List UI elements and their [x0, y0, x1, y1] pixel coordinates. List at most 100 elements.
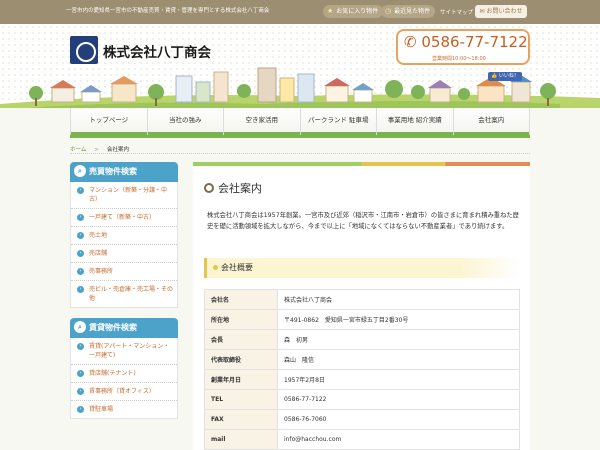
like-button[interactable]: 👍 いいね！ [488, 72, 522, 81]
company-intro: 株式会社八丁商会は1957年創業。一宮市及び近郊（稲沢市・江南市・岩倉市）の皆さ… [207, 212, 519, 230]
sale-search-header[interactable]: ⌕ 売買物件検索 [70, 162, 178, 182]
chevron-right-icon: › [77, 250, 84, 257]
sidebar-item-rental-housing[interactable]: › 賃貸(アパート・マンション・一戸建て) [71, 338, 177, 365]
sidebar-item-label: マンション（新築・分譲・中古） [89, 187, 168, 203]
nav-item-vacant-house[interactable]: 空き家活用 [223, 108, 300, 135]
sitemap-link[interactable]: サイトマップ [440, 8, 473, 16]
rent-search-header[interactable]: ⌕ 賃貸物件検索 [70, 318, 178, 338]
contact-button[interactable]: ✉ お問い合わせ [475, 5, 527, 18]
breadcrumb-divider [70, 153, 530, 154]
sidebar-item-store[interactable]: › 売店舗 [71, 245, 177, 263]
phone-box[interactable]: ✆ 0586-77-7122 営業時間10:00～18:00 [396, 29, 530, 65]
sidebar-item-office[interactable]: › 売事務所 [71, 263, 177, 281]
sidebar-item-rental-office[interactable]: › 賃事務所（貸オフィス） [71, 383, 177, 401]
page-title-text: 会社案内 [218, 182, 262, 195]
nav-item-company[interactable]: 会社案内 [452, 108, 530, 135]
sidebar-item-house[interactable]: › 一戸建て（新築・中古） [71, 209, 177, 227]
chevron-right-icon: › [77, 232, 84, 239]
sidebar-item-label: 貸駐車場 [89, 406, 114, 413]
table-value: 0586-77-7122 [277, 389, 520, 410]
sidebar-item-label: 賃貸(アパート・マンション・一戸建て) [89, 343, 170, 359]
table-value[interactable]: info@hacchou.com [277, 429, 520, 450]
section-heading-fade [460, 258, 520, 278]
sidebar-item-rental-store[interactable]: › 貸店舗(テナント) [71, 365, 177, 383]
rent-search-title: 賃貸物件検索 [89, 323, 137, 332]
table-row: mail info@hacchou.com [204, 429, 520, 450]
chevron-right-icon: › [77, 388, 84, 395]
nav-strip [71, 132, 147, 135]
top-bar: 一宮市内の愛知県一宮市の不動産売買・賃貸・管理を専門とする株式会社八丁商会 ★ お… [0, 0, 600, 24]
table-value: 森 初男 [277, 329, 520, 350]
chevron-right-icon: › [77, 187, 84, 194]
phone-icon: ✆ [404, 33, 417, 51]
main-content: 会社案内 株式会社八丁商会は1957年創業。一宮市及び近郊（稲沢市・江南市・岩倉… [193, 162, 530, 450]
chevron-right-icon: › [77, 286, 84, 293]
table-value: 1957年2月8日 [277, 369, 520, 390]
table-label: 会長 [204, 329, 278, 350]
nav-item-parking[interactable]: パークランド 駐車場 [299, 108, 376, 135]
favorites-label: お気に入り物件 [336, 8, 379, 15]
sidebar-item-label: 売土地 [89, 232, 108, 239]
contact-label: お問い合わせ [486, 8, 523, 15]
nav-label: 空き家活用 [245, 116, 279, 124]
table-label: mail [204, 429, 278, 450]
table-row: 会長森 初男 [204, 329, 520, 350]
table-label: 代表取締役 [204, 349, 278, 370]
circle-bullet-icon [204, 183, 214, 193]
phone-number: ✆ 0586-77-7122 [404, 33, 528, 51]
chevron-right-icon: › [77, 406, 84, 413]
table-row: 所在地 〒491-0862 愛知県一宮市緑五丁目2番30号 [204, 309, 520, 330]
nav-strip [453, 132, 529, 135]
table-value: 〒491-0862 愛知県一宮市緑五丁目2番30号 [277, 309, 520, 330]
page-title: 会社案内 [204, 180, 262, 196]
global-nav: トップページ 当社の強み 空き家活用 パークランド 駐車場 事業用地 紹介実績 … [70, 108, 530, 138]
company-info-table: 会社名 株式会社八丁商会 所在地 〒491-0862 愛知県一宮市緑五丁目2番30号… [204, 289, 520, 450]
sidebar-item-mansion[interactable]: › マンション（新築・分譲・中古） [71, 182, 177, 209]
company-logo[interactable] [70, 36, 98, 64]
nav-strip [224, 132, 300, 135]
table-row: FAX 0586-76-7060 [204, 409, 520, 430]
sidebar-item-label: 売店舗 [89, 250, 108, 257]
search-icon: ⌕ [74, 320, 86, 333]
table-label: 創業年月日 [204, 369, 278, 390]
table-row: TEL 0586-77-7122 [204, 389, 520, 410]
chevron-right-icon: › [77, 343, 84, 350]
section-bullet-icon [213, 265, 218, 270]
nav-item-top[interactable]: トップページ [70, 108, 147, 135]
recent-button[interactable]: ◷ 最近見た物件 [381, 5, 436, 18]
table-label: 所在地 [204, 309, 278, 330]
table-value: 0586-76-7060 [277, 409, 520, 430]
star-icon: ★ [327, 7, 334, 15]
sidebar-item-label: 賃事務所（貸オフィス） [89, 388, 155, 395]
sidebar-item-label: 貸店舗(テナント) [89, 370, 136, 377]
site-header: 株式会社八丁商会 ✆ 0586-77-7122 営業時間10:00～18:00 … [0, 24, 600, 108]
phone-number-text: 0586-77-7122 [421, 33, 528, 51]
site-tagline: 一宮市内の愛知県一宮市の不動産売買・賃貸・管理を専門とする株式会社八丁商会 [66, 8, 270, 14]
sidebar-item-building[interactable]: › 売ビル・売倉庫・売工場・その他 [71, 281, 177, 307]
nav-label: 事業用地 紹介実績 [387, 116, 442, 124]
nav-strip [300, 132, 376, 135]
favorites-button[interactable]: ★ お気に入り物件 [323, 5, 384, 18]
nav-item-business-land[interactable]: 事業用地 紹介実績 [376, 108, 453, 135]
sidebar-item-rental-parking[interactable]: › 貸駐車場 [71, 401, 177, 418]
nav-item-strengths[interactable]: 当社の強み [146, 108, 223, 135]
like-icon: 👍 [491, 73, 498, 79]
table-row: 会社名 株式会社八丁商会 [204, 289, 520, 310]
table-row: 代表取締役 森山 隆信 [204, 349, 520, 370]
chevron-right-icon: › [77, 370, 84, 377]
main-top-stripe [193, 162, 530, 166]
clock-icon: ◷ [385, 7, 392, 15]
table-row: 創業年月日 1957年2月8日 [204, 369, 520, 390]
table-label: 会社名 [204, 289, 278, 310]
sidebar: ⌕ 売買物件検索 › マンション（新築・分譲・中古） › 一戸建て（新築・中古） › 売… [70, 162, 178, 419]
like-label: いいね！ [498, 73, 519, 79]
nav-strip [377, 132, 453, 135]
sidebar-item-label: 売事務所 [89, 268, 114, 275]
nav-label: パークランド 駐車場 [307, 116, 369, 124]
chevron-right-icon: › [77, 214, 84, 221]
company-name[interactable]: 株式会社八丁商会 [103, 41, 211, 61]
table-value: 森山 隆信 [277, 349, 520, 370]
sidebar-item-land[interactable]: › 売土地 [71, 227, 177, 245]
breadcrumb: ホーム > 会社案内 [70, 145, 129, 153]
